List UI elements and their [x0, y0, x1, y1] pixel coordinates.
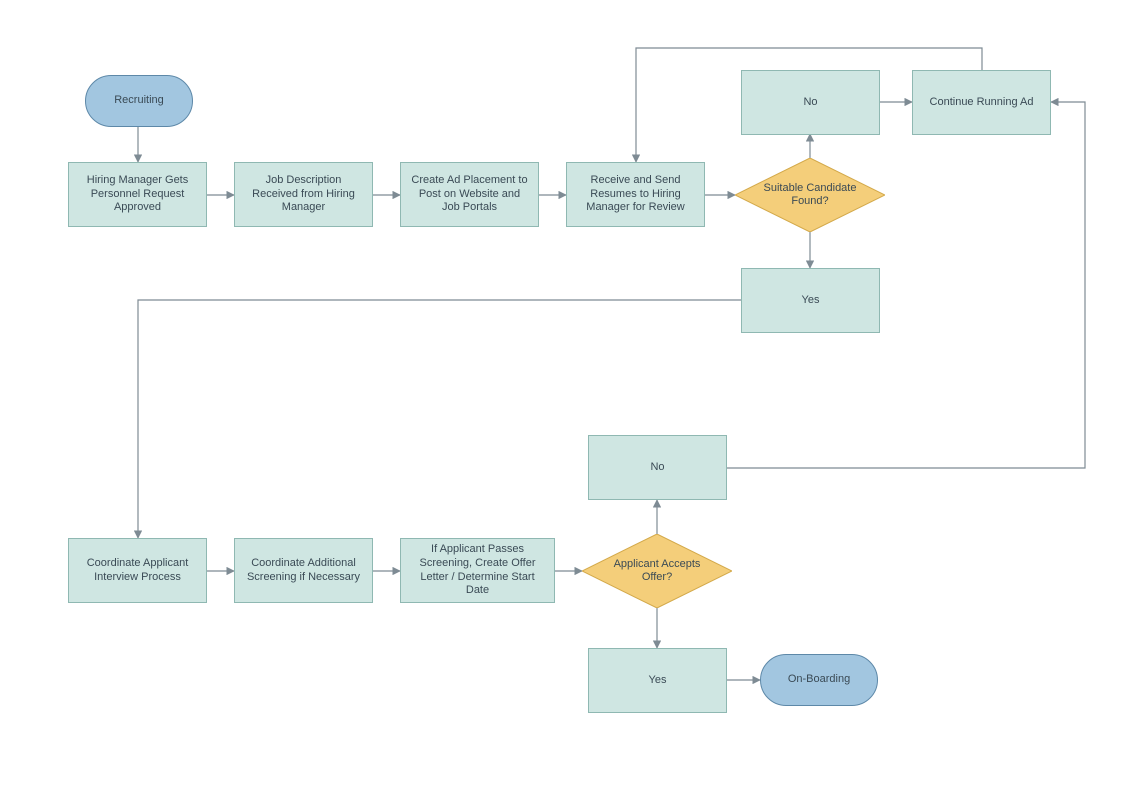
node-p1: Hiring Manager Gets Personnel Request Ap…: [68, 162, 207, 227]
node-p2-label: Job Description Received from Hiring Man…: [243, 174, 364, 215]
node-d1: Suitable Candidate Found?: [735, 158, 885, 232]
node-p7-label: If Applicant Passes Screening, Create Of…: [409, 543, 546, 598]
node-start-label: Recruiting: [114, 94, 164, 108]
node-p3: Create Ad Placement to Post on Website a…: [400, 162, 539, 227]
node-p3-label: Create Ad Placement to Post on Website a…: [409, 174, 530, 215]
edge-yes1-p5: [138, 300, 741, 538]
node-cont-label: Continue Running Ad: [930, 96, 1034, 110]
node-no1: No: [741, 70, 880, 135]
node-p7: If Applicant Passes Screening, Create Of…: [400, 538, 555, 603]
node-no1-label: No: [803, 96, 817, 110]
node-yes1: Yes: [741, 268, 880, 333]
node-end: On-Boarding: [760, 654, 878, 706]
node-end-label: On-Boarding: [788, 673, 850, 687]
node-d1-label: Suitable Candidate Found?: [753, 182, 867, 208]
node-yes1-label: Yes: [802, 294, 820, 308]
node-p4-label: Receive and Send Resumes to Hiring Manag…: [575, 174, 696, 215]
node-d2: Applicant Accepts Offer?: [582, 534, 732, 608]
node-p2: Job Description Received from Hiring Man…: [234, 162, 373, 227]
node-p6: Coordinate Additional Screening if Neces…: [234, 538, 373, 603]
node-p5-label: Coordinate Applicant Interview Process: [77, 557, 198, 585]
node-start: Recruiting: [85, 75, 193, 127]
node-p6-label: Coordinate Additional Screening if Neces…: [243, 557, 364, 585]
node-yes2: Yes: [588, 648, 727, 713]
node-p1-label: Hiring Manager Gets Personnel Request Ap…: [77, 174, 198, 215]
node-p5: Coordinate Applicant Interview Process: [68, 538, 207, 603]
node-d2-label: Applicant Accepts Offer?: [600, 558, 714, 584]
node-p4: Receive and Send Resumes to Hiring Manag…: [566, 162, 705, 227]
flowchart-canvas: Recruiting Hiring Manager Gets Personnel…: [0, 0, 1123, 800]
node-yes2-label: Yes: [649, 674, 667, 688]
node-cont: Continue Running Ad: [912, 70, 1051, 135]
node-no2: No: [588, 435, 727, 500]
node-no2-label: No: [650, 461, 664, 475]
